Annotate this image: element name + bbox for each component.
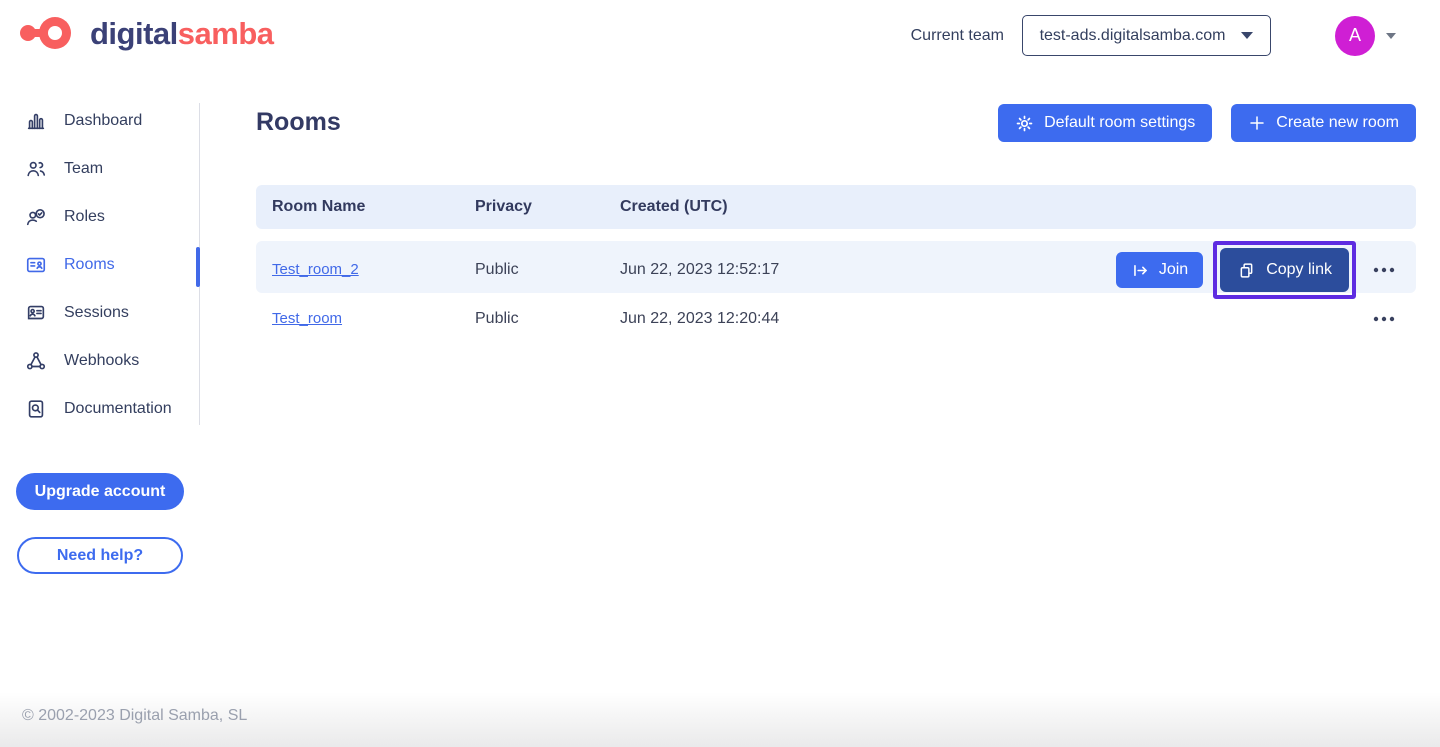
row-menu-button[interactable] (1366, 262, 1402, 278)
join-button[interactable]: Join (1116, 252, 1203, 288)
enter-arrow-icon (1131, 261, 1150, 280)
sidebar-item-dashboard[interactable]: Dashboard (0, 97, 200, 145)
sidebar-item-team[interactable]: Team (0, 145, 200, 193)
copy-link-button-label: Copy link (1266, 261, 1332, 279)
sidebar-item-label: Rooms (64, 256, 115, 274)
top-right-cluster: Current team test-ads.digitalsamba.com A (911, 15, 1396, 56)
upgrade-account-button[interactable]: Upgrade account (16, 473, 184, 510)
sidebar-item-label: Roles (64, 208, 105, 226)
created-value: Jun 22, 2023 12:20:44 (620, 310, 1366, 328)
room-name-link[interactable]: Test_room_2 (272, 261, 359, 278)
avatar[interactable]: A (1335, 16, 1375, 56)
copyright-text: © 2002-2023 Digital Samba, SL (22, 707, 247, 725)
doc-search-icon (25, 398, 47, 420)
column-header-privacy: Privacy (475, 198, 620, 216)
sessions-card-icon (25, 302, 47, 324)
page-title: Rooms (256, 108, 341, 137)
gear-icon (1015, 114, 1034, 133)
table-row: Test_room_2 Public Jun 22, 2023 12:52:17… (256, 241, 1416, 293)
column-header-room-name: Room Name (272, 198, 475, 216)
sidebar-item-webhooks[interactable]: Webhooks (0, 337, 200, 385)
plus-icon (1248, 114, 1266, 132)
roles-icon (25, 206, 47, 228)
chevron-down-icon (1241, 32, 1253, 39)
sidebar-item-label: Team (64, 160, 103, 178)
row-menu-button[interactable] (1366, 311, 1402, 327)
default-room-settings-label: Default room settings (1044, 114, 1195, 132)
chevron-down-icon (1386, 33, 1396, 39)
row-actions: Join Copy link (1116, 241, 1416, 299)
column-header-created: Created (UTC) (620, 198, 1416, 216)
create-new-room-button[interactable]: Create new room (1231, 104, 1416, 142)
need-help-button[interactable]: Need help? (17, 537, 183, 574)
webhooks-nodes-icon (25, 350, 47, 372)
digitalsamba-wordmark: digitalsamba (90, 18, 274, 49)
id-card-icon (25, 254, 47, 276)
app-window: digitalsamba Current team test-ads.digit… (0, 0, 1440, 747)
sidebar-item-label: Webhooks (64, 352, 139, 370)
highlight-frame: Copy link (1213, 241, 1356, 299)
sidebar: Dashboard Team Roles (0, 97, 200, 433)
copy-icon (1237, 261, 1256, 280)
copy-link-button[interactable]: Copy link (1220, 248, 1349, 292)
sidebar-item-sessions[interactable]: Sessions (0, 289, 200, 337)
ellipsis-icon (1372, 266, 1396, 274)
rooms-table: Room Name Privacy Created (UTC) Test_roo… (256, 185, 1416, 345)
sidebar-item-roles[interactable]: Roles (0, 193, 200, 241)
table-row: Test_room Public Jun 22, 2023 12:20:44 (256, 293, 1416, 345)
created-value: Jun 22, 2023 12:52:17 (620, 261, 1116, 279)
row-actions (1366, 311, 1416, 327)
sidebar-item-documentation[interactable]: Documentation (0, 385, 200, 433)
sidebar-item-label: Documentation (64, 400, 172, 418)
create-new-room-label: Create new room (1276, 114, 1399, 132)
room-name-link[interactable]: Test_room (272, 310, 342, 327)
team-icon (25, 158, 47, 180)
current-team-label: Current team (911, 27, 1004, 45)
page-action-buttons: Default room settings Create new room (998, 104, 1416, 142)
top-bar: digitalsamba Current team test-ads.digit… (0, 0, 1440, 72)
default-room-settings-button[interactable]: Default room settings (998, 104, 1212, 142)
digitalsamba-logo: digitalsamba (20, 12, 274, 54)
team-selector-dropdown[interactable]: test-ads.digitalsamba.com (1022, 15, 1271, 56)
account-menu[interactable]: A (1335, 16, 1396, 56)
team-selector-value: test-ads.digitalsamba.com (1040, 27, 1226, 45)
bar-chart-icon (25, 110, 47, 132)
sidebar-item-label: Sessions (64, 304, 129, 322)
join-button-label: Join (1159, 261, 1188, 279)
privacy-value: Public (475, 261, 620, 279)
sidebar-item-label: Dashboard (64, 112, 142, 130)
sidebar-item-rooms[interactable]: Rooms (0, 241, 200, 289)
ellipsis-icon (1372, 315, 1396, 323)
digitalsamba-logo-icon (20, 12, 76, 54)
privacy-value: Public (475, 310, 620, 328)
table-header-row: Room Name Privacy Created (UTC) (256, 185, 1416, 229)
